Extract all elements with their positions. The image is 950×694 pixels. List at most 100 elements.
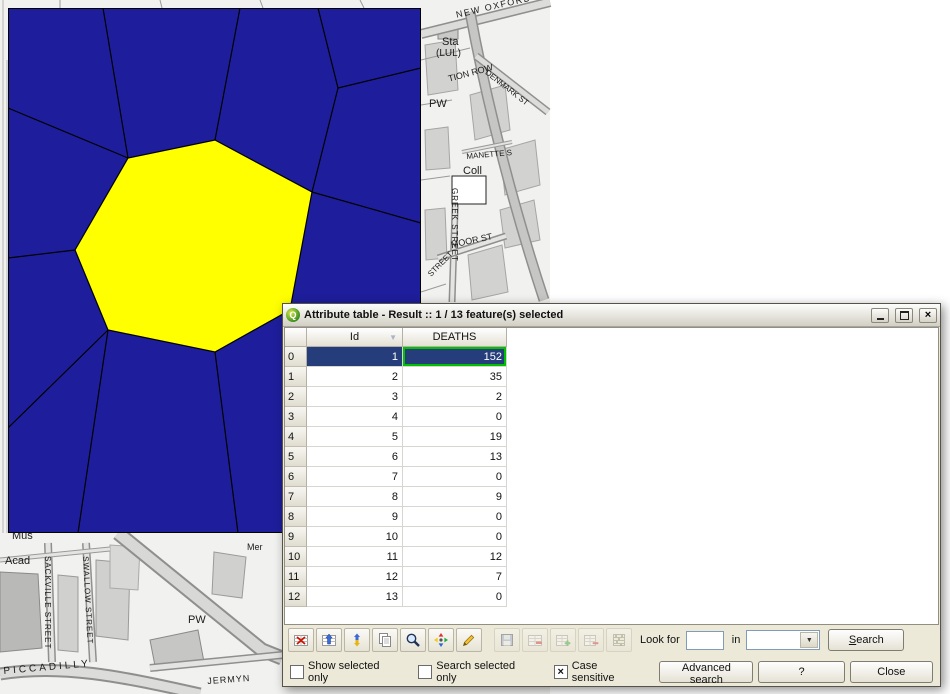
- move-selection-to-top-icon: [321, 632, 337, 648]
- corner-header-cell[interactable]: [285, 328, 307, 347]
- zoom-to-selected-icon: [405, 632, 421, 648]
- table-row[interactable]: 01152: [285, 347, 938, 367]
- delete-column-button[interactable]: [578, 628, 604, 652]
- cell-id[interactable]: 10: [307, 527, 403, 547]
- coll-building: [452, 176, 486, 204]
- table-row[interactable]: 340: [285, 407, 938, 427]
- cell-deaths[interactable]: 19: [403, 427, 507, 447]
- row-header[interactable]: 10: [285, 547, 307, 567]
- row-header[interactable]: 7: [285, 487, 307, 507]
- invert-selection-icon: [349, 632, 365, 648]
- cell-deaths[interactable]: 7: [403, 567, 507, 587]
- help-button[interactable]: ?: [758, 661, 844, 683]
- attribute-toolbar: Look for in ▼ Search: [283, 625, 940, 655]
- cell-id[interactable]: 9: [307, 507, 403, 527]
- table-row[interactable]: 9100: [285, 527, 938, 547]
- copy-selected-rows-button[interactable]: [372, 628, 398, 652]
- row-header[interactable]: 8: [285, 507, 307, 527]
- window-title: Attribute table - Result :: 1 / 13 featu…: [304, 309, 865, 321]
- cell-id[interactable]: 11: [307, 547, 403, 567]
- close-icon: ×: [925, 310, 931, 321]
- save-edits-button[interactable]: [494, 628, 520, 652]
- title-bar[interactable]: Q Attribute table - Result :: 1 / 13 fea…: [283, 304, 940, 327]
- delete-column-icon: [583, 632, 599, 648]
- chevron-down-icon[interactable]: ▼: [800, 632, 818, 648]
- search-button[interactable]: Search: [828, 629, 904, 651]
- table-row[interactable]: 1235: [285, 367, 938, 387]
- cell-id[interactable]: 13: [307, 587, 403, 607]
- row-header[interactable]: 0: [285, 347, 307, 367]
- toggle-editing-button[interactable]: [456, 628, 482, 652]
- cell-deaths[interactable]: 2: [403, 387, 507, 407]
- maximize-button[interactable]: [895, 308, 913, 323]
- dialog-footer: Show selected only Search selected only …: [283, 655, 940, 689]
- row-header[interactable]: 2: [285, 387, 307, 407]
- attribute-table[interactable]: Id ▼ DEATHS 0115212352323404519561367078…: [284, 327, 939, 625]
- row-header[interactable]: 12: [285, 587, 307, 607]
- table-row[interactable]: 890: [285, 507, 938, 527]
- row-header[interactable]: 6: [285, 467, 307, 487]
- cell-id[interactable]: 7: [307, 467, 403, 487]
- look-for-input[interactable]: [686, 631, 724, 650]
- column-header-id[interactable]: Id ▼: [307, 328, 403, 347]
- table-row[interactable]: 4519: [285, 427, 938, 447]
- cell-id[interactable]: 12: [307, 567, 403, 587]
- row-header[interactable]: 11: [285, 567, 307, 587]
- cell-deaths[interactable]: 0: [403, 467, 507, 487]
- move-selection-to-top-button[interactable]: [316, 628, 342, 652]
- search-selected-only-label[interactable]: Search selected only: [436, 660, 535, 684]
- cell-id[interactable]: 3: [307, 387, 403, 407]
- search-selected-only-checkbox[interactable]: [418, 665, 432, 679]
- row-header[interactable]: 5: [285, 447, 307, 467]
- cell-id[interactable]: 5: [307, 427, 403, 447]
- table-row[interactable]: 670: [285, 467, 938, 487]
- row-header[interactable]: 1: [285, 367, 307, 387]
- attribute-table-window: Q Attribute table - Result :: 1 / 13 fea…: [282, 303, 941, 687]
- advanced-search-button[interactable]: Advanced search: [659, 661, 753, 683]
- cell-id[interactable]: 4: [307, 407, 403, 427]
- minimize-button[interactable]: [871, 308, 889, 323]
- row-header[interactable]: 9: [285, 527, 307, 547]
- close-window-button[interactable]: ×: [919, 308, 937, 323]
- cell-deaths[interactable]: 12: [403, 547, 507, 567]
- cell-id[interactable]: 2: [307, 367, 403, 387]
- cell-deaths[interactable]: 0: [403, 587, 507, 607]
- show-selected-only-checkbox[interactable]: [290, 665, 304, 679]
- cell-deaths[interactable]: 0: [403, 407, 507, 427]
- qgis-logo-icon: Q: [286, 308, 300, 322]
- open-field-calculator-button[interactable]: [606, 628, 632, 652]
- row-header[interactable]: 3: [285, 407, 307, 427]
- zoom-to-selected-button[interactable]: [400, 628, 426, 652]
- field-combo[interactable]: ▼: [746, 630, 820, 650]
- cell-id[interactable]: 1: [307, 347, 403, 367]
- cell-id[interactable]: 6: [307, 447, 403, 467]
- cell-deaths[interactable]: 9: [403, 487, 507, 507]
- cell-deaths[interactable]: 152: [403, 347, 507, 367]
- cell-deaths[interactable]: 35: [403, 367, 507, 387]
- row-header[interactable]: 4: [285, 427, 307, 447]
- delete-selected-features-button[interactable]: [522, 628, 548, 652]
- close-button[interactable]: Close: [850, 661, 933, 683]
- table-row[interactable]: 232: [285, 387, 938, 407]
- table-row[interactable]: 11127: [285, 567, 938, 587]
- pan-to-selected-button[interactable]: [428, 628, 454, 652]
- cell-id[interactable]: 8: [307, 487, 403, 507]
- new-column-button[interactable]: [550, 628, 576, 652]
- invert-selection-button[interactable]: [344, 628, 370, 652]
- copy-selected-rows-icon: [377, 632, 393, 648]
- show-selected-only-label[interactable]: Show selected only: [308, 660, 400, 684]
- table-row[interactable]: 12130: [285, 587, 938, 607]
- table-header-row: Id ▼ DEATHS: [285, 328, 938, 347]
- column-header-deaths[interactable]: DEATHS: [403, 328, 507, 347]
- cell-deaths[interactable]: 0: [403, 527, 507, 547]
- table-row[interactable]: 101112: [285, 547, 938, 567]
- case-sensitive-checkbox[interactable]: ×: [554, 665, 568, 679]
- table-row[interactable]: 789: [285, 487, 938, 507]
- unselect-all-button[interactable]: [288, 628, 314, 652]
- checkmark-icon: ×: [557, 667, 563, 678]
- case-sensitive-label[interactable]: Case sensitive: [572, 660, 642, 684]
- cell-deaths[interactable]: 13: [403, 447, 507, 467]
- table-row[interactable]: 5613: [285, 447, 938, 467]
- new-column-icon: [555, 632, 571, 648]
- cell-deaths[interactable]: 0: [403, 507, 507, 527]
